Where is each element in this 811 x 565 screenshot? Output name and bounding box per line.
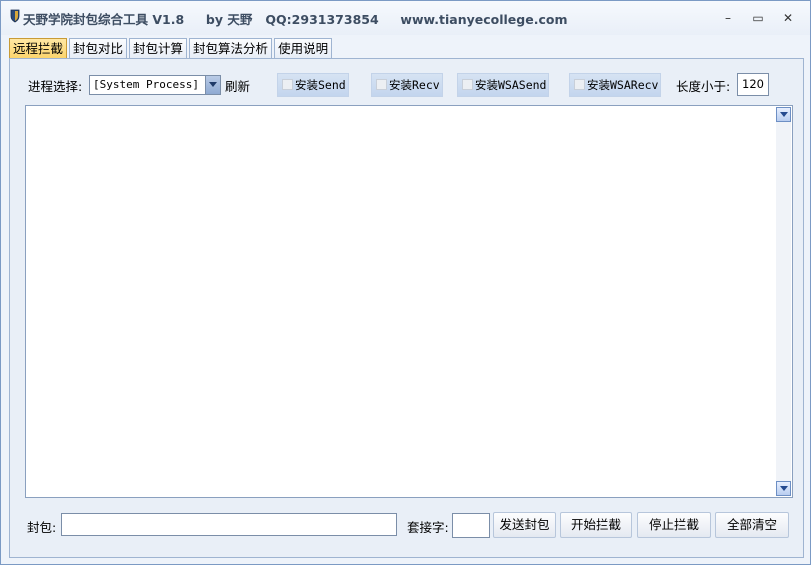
tab-packet-algorithm[interactable]: 封包算法分析 [189,38,273,58]
tab-packet-compare[interactable]: 封包对比 [69,38,128,58]
tab-bar: 远程拦截 封包对比 封包计算 封包算法分析 使用说明 [9,38,334,59]
tab-remote-intercept[interactable]: 远程拦截 [9,38,68,59]
close-icon: ✕ [782,11,794,25]
stop-intercept-button[interactable]: 停止拦截 [637,512,711,538]
install-send-checkbox[interactable]: 安装Send [277,73,349,97]
scrollbar-track[interactable] [776,122,791,481]
process-label: 进程选择: [28,79,83,94]
checkbox-icon [462,79,473,90]
shield-icon [10,9,20,23]
packet-input[interactable] [61,513,397,536]
process-select-value: [System Process] [93,78,199,91]
chevron-down-icon[interactable] [205,76,220,94]
refresh-link[interactable]: 刷新 [225,76,250,95]
maximize-button[interactable]: ▭ [745,7,771,29]
packet-label: 封包: [27,520,57,535]
checkbox-icon [574,79,585,90]
install-recv-checkbox[interactable]: 安装Recv [371,73,443,97]
maximize-icon: ▭ [752,11,764,25]
tab-packet-calc[interactable]: 封包计算 [129,38,188,58]
socket-label: 套接字: [407,520,449,535]
install-wsarecv-label: 安装WSARecv [587,78,659,92]
checkbox-icon [376,79,387,90]
install-wsarecv-checkbox[interactable]: 安装WSARecv [569,73,661,97]
minimize-icon: – [725,11,731,25]
send-packet-button[interactable]: 发送封包 [493,512,556,538]
process-select[interactable]: [System Process] [89,75,221,95]
window-title: 天野学院封包综合工具 V1.8 by 天野 QQ:2931373854 www.… [23,12,568,27]
tab-usage-guide[interactable]: 使用说明 [274,38,333,58]
title-bar: 天野学院封包综合工具 V1.8 by 天野 QQ:2931373854 www.… [1,1,810,35]
install-wsasend-label: 安装WSASend [475,78,547,92]
minimize-button[interactable]: – [715,7,741,29]
install-recv-label: 安装Recv [389,78,440,92]
scroll-down-icon[interactable] [776,481,791,496]
socket-input[interactable] [452,513,490,538]
app-window: 天野学院封包综合工具 V1.8 by 天野 QQ:2931373854 www.… [0,0,811,565]
install-wsasend-checkbox[interactable]: 安装WSASend [457,73,549,97]
install-send-label: 安装Send [295,78,346,92]
clear-all-button[interactable]: 全部清空 [715,512,789,538]
length-input[interactable]: 120 [737,73,769,96]
start-intercept-button[interactable]: 开始拦截 [560,512,632,538]
checkbox-icon [282,79,293,90]
close-button[interactable]: ✕ [775,7,801,29]
packet-log[interactable] [25,105,793,498]
length-label: 长度小于: [676,79,731,94]
scroll-down-icon[interactable] [776,107,791,122]
